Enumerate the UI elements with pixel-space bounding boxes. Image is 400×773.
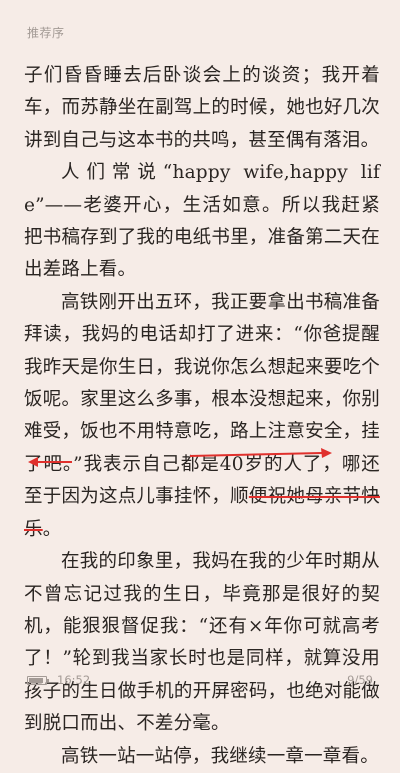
- paragraph-2: 人们常说“happy wife,happy life”——老婆开心，生活如意。所…: [24, 162, 380, 281]
- paragraph-1: 子们昏昏睡去后卧谈会上的谈资；我开着车，而苏静坐在副驾上的时候，她也好几次讲到自…: [24, 65, 380, 151]
- clock-time: 16:52: [57, 673, 91, 687]
- chapter-title: 推荐序: [27, 26, 65, 40]
- battery-level: [29, 677, 44, 683]
- paragraph-3-end: 。: [42, 518, 62, 540]
- status-footer: 16:52 9/59: [27, 670, 373, 690]
- paragraph-4: 在我的印象里，我妈在我的少年时期从不曾忘记过我的生日，毕竟那是很好的契机，能狠狠…: [24, 551, 380, 735]
- battery-icon: [27, 675, 49, 685]
- page-indicator: 9/59: [347, 673, 373, 687]
- reading-content[interactable]: 子们昏昏睡去后卧谈会上的谈资；我开着车，而苏静坐在副驾上的时候，她也好几次讲到自…: [24, 60, 380, 773]
- paragraph-5: 高铁一站一站停，我继续一章一章看。: [61, 745, 379, 767]
- paragraph-3: 高铁刚开出五环，我正要拿出书稿准备拜读，我妈的电话却打了进来：“你爸提醒我昨天是…: [24, 287, 380, 546]
- paragraph-3-text: 高铁刚开出五环，我正要拿出书稿准备拜读，我妈的电话却打了进来：“你爸提醒我昨天是…: [24, 291, 380, 508]
